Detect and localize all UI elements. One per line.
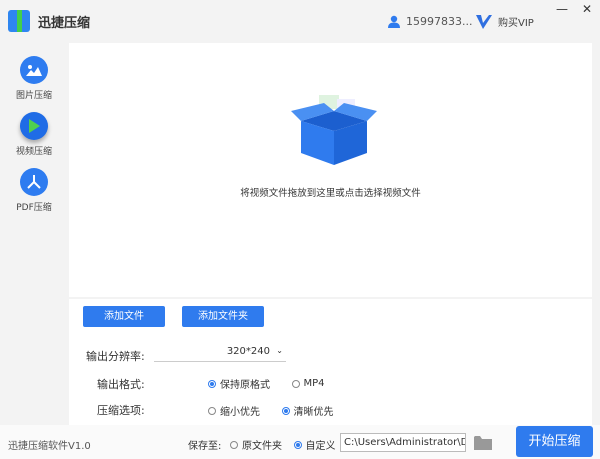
app-title-bar: 迅捷压缩 bbox=[8, 10, 90, 32]
user-icon bbox=[388, 15, 400, 28]
footer-bar: 迅捷压缩软件V1.0 保存至: 原文件夹 自定义 C:\Users\Admini… bbox=[0, 425, 600, 459]
radio-unchecked bbox=[291, 379, 300, 388]
format-label: 输出格式: bbox=[97, 378, 145, 391]
save-option-original[interactable]: 原文件夹 bbox=[230, 437, 282, 452]
folder-icon[interactable] bbox=[474, 435, 492, 450]
resolution-label: 输出分辨率: bbox=[86, 350, 145, 363]
buy-vip-button[interactable]: 购买VIP bbox=[476, 14, 534, 29]
resolution-select[interactable]: 320*240 ⌄ bbox=[154, 346, 286, 362]
radio-checked bbox=[293, 440, 302, 449]
compress-option-size[interactable]: 缩小优先 bbox=[208, 403, 260, 418]
sidebar-item-video[interactable]: 视频压缩 bbox=[8, 112, 60, 157]
minimize-button[interactable]: — bbox=[556, 2, 568, 16]
drop-hint: 将视频文件拖放到这里或点击选择视频文件 bbox=[240, 188, 421, 199]
radio-unchecked bbox=[230, 440, 238, 449]
compress-label: 压缩选项: bbox=[97, 404, 145, 417]
sidebar-item-pdf[interactable]: PDF压缩 bbox=[8, 168, 60, 213]
compress-option-quality[interactable]: 清晰优先 bbox=[281, 403, 334, 418]
settings-panel: 添加文件 添加文件夹 输出分辨率: 320*240 ⌄ 输出格式: 保持原格式 … bbox=[69, 299, 592, 425]
close-button[interactable]: ✕ bbox=[582, 2, 592, 16]
format-option-original[interactable]: 保持原格式 bbox=[208, 376, 270, 391]
compress-options: 缩小优先 清晰优先 bbox=[208, 403, 352, 418]
pdf-icon bbox=[20, 168, 48, 196]
start-compress-button[interactable]: 开始压缩 bbox=[516, 426, 593, 457]
resolution-value: 320*240 bbox=[226, 346, 270, 357]
option-label: 保持原格式 bbox=[220, 380, 270, 391]
vip-icon bbox=[476, 14, 492, 29]
save-path-input[interactable]: C:\Users\Administrator\Desktop bbox=[340, 433, 466, 452]
option-label: 清晰优先 bbox=[293, 407, 334, 418]
add-folder-button[interactable]: 添加文件夹 bbox=[182, 306, 264, 327]
app-title: 迅捷压缩 bbox=[38, 15, 91, 31]
save-label: 保存至: bbox=[188, 441, 222, 452]
user-account[interactable]: 15997833... bbox=[388, 15, 472, 28]
option-label: MP4 bbox=[303, 378, 325, 389]
app-logo-icon bbox=[8, 10, 30, 32]
user-name: 15997833... bbox=[406, 15, 473, 28]
sidebar-item-label: 图片压缩 bbox=[15, 91, 52, 101]
format-options: 保持原格式 MP4 bbox=[208, 376, 343, 391]
drop-zone[interactable]: 将视频文件拖放到这里或点击选择视频文件 bbox=[69, 43, 592, 297]
sidebar-item-label: 视频压缩 bbox=[15, 147, 52, 157]
option-label: 缩小优先 bbox=[220, 407, 260, 418]
option-label: 自定义 bbox=[305, 441, 336, 452]
chevron-down-icon: ⌄ bbox=[276, 346, 283, 355]
format-option-mp4[interactable]: MP4 bbox=[291, 378, 325, 389]
save-options: 原文件夹 自定义 bbox=[230, 437, 354, 452]
radio-checked bbox=[208, 379, 216, 388]
radio-unchecked bbox=[208, 406, 216, 415]
play-icon bbox=[20, 112, 48, 140]
version-label: 迅捷压缩软件V1.0 bbox=[8, 441, 91, 452]
radio-checked bbox=[281, 406, 290, 415]
buy-vip-label: 购买VIP bbox=[498, 18, 534, 29]
save-option-custom[interactable]: 自定义 bbox=[293, 437, 336, 452]
image-icon bbox=[20, 56, 48, 84]
sidebar-item-label: PDF压缩 bbox=[16, 203, 52, 213]
add-file-button[interactable]: 添加文件 bbox=[83, 306, 165, 327]
option-label: 原文件夹 bbox=[242, 441, 282, 452]
sidebar-item-image[interactable]: 图片压缩 bbox=[8, 56, 60, 101]
box-icon bbox=[291, 95, 377, 165]
